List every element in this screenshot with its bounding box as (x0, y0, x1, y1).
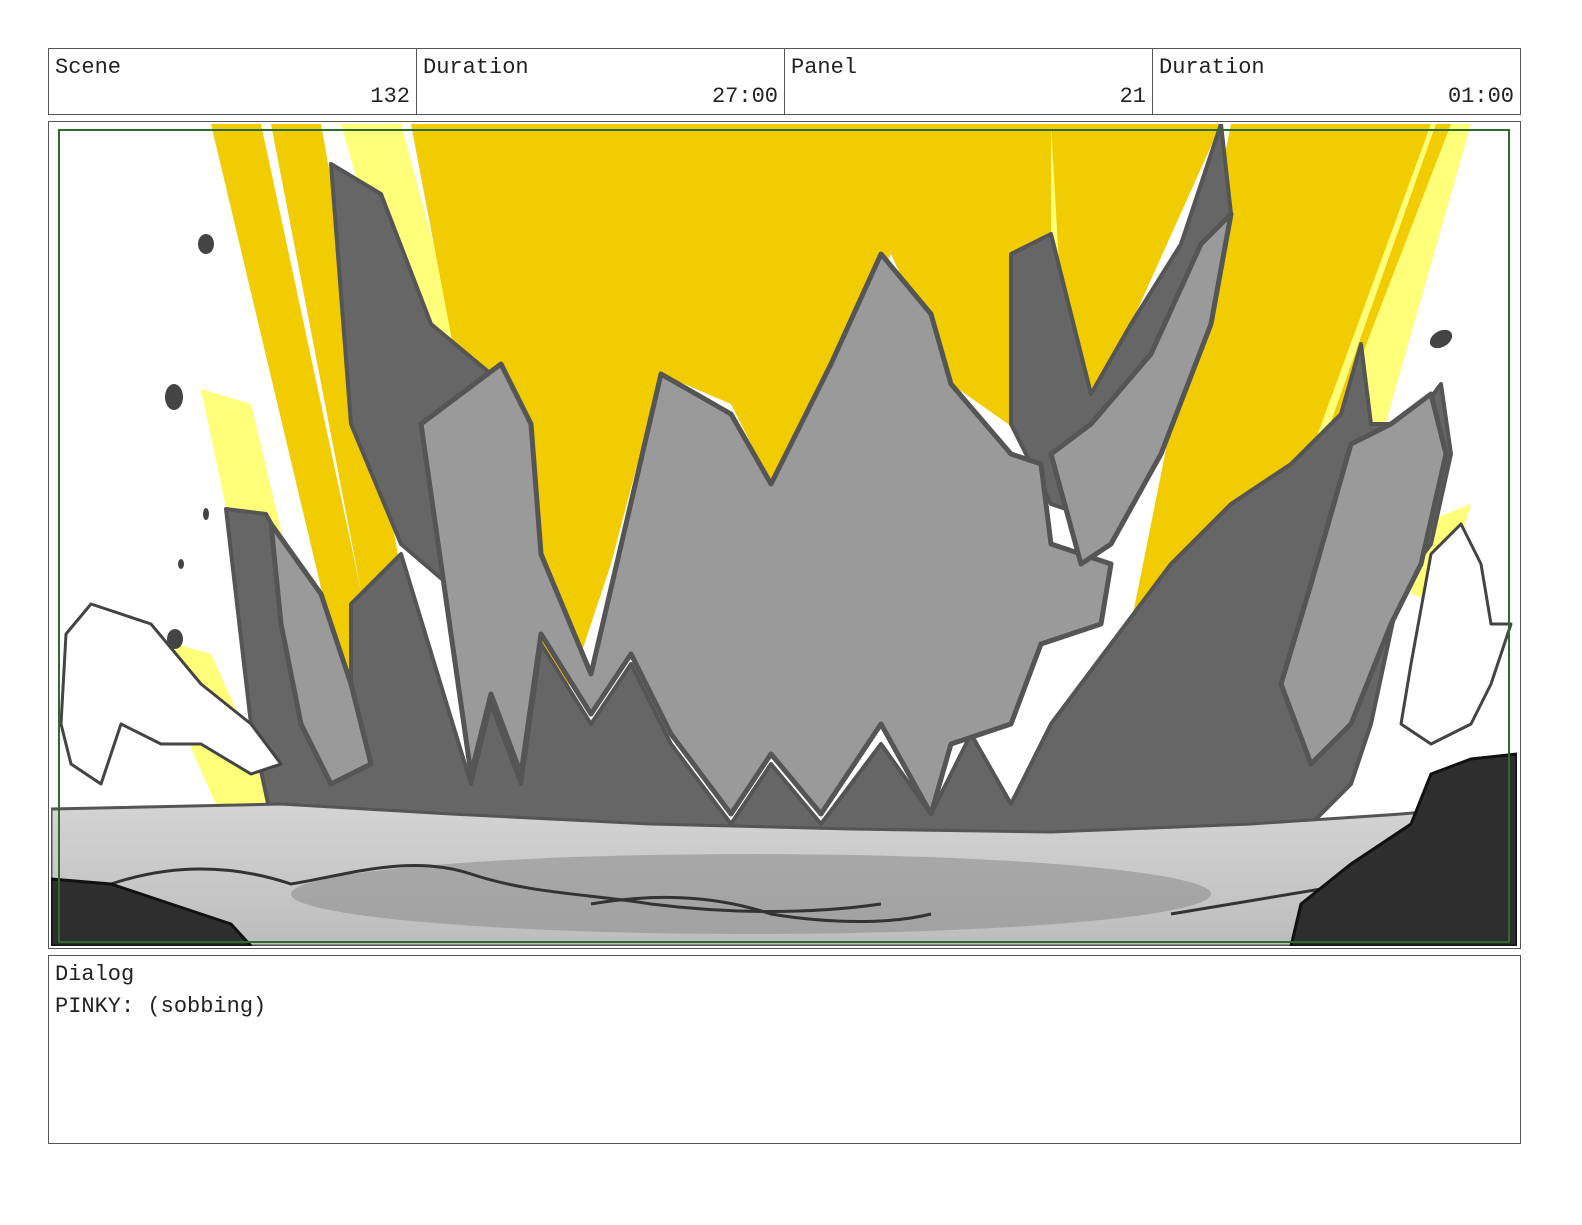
panel-label: Panel (791, 55, 858, 80)
explosion-illustration (51, 124, 1517, 946)
scene-duration-value: 27:00 (711, 84, 778, 109)
scene-cell: Scene 132 (49, 49, 417, 114)
dialog-label: Dialog (55, 962, 135, 987)
scene-label: Scene (55, 55, 122, 80)
panel-cell: Panel 21 (785, 49, 1153, 114)
panel-number: 21 (1119, 84, 1146, 109)
scene-duration-label: Duration (423, 55, 529, 80)
panel-duration-label: Duration (1159, 55, 1265, 80)
scene-info-header: Scene 132 Duration 27:00 Panel 21 Durati… (48, 48, 1521, 115)
panel-duration-value: 01:00 (1447, 84, 1514, 109)
dialog-box: Dialog PINKY: (sobbing) (48, 955, 1521, 1144)
scene-number: 132 (370, 84, 410, 109)
dialog-text: PINKY: (sobbing) (55, 994, 267, 1019)
storyboard-panel-frame (48, 121, 1521, 949)
scene-duration-cell: Duration 27:00 (417, 49, 785, 114)
panel-duration-cell: Duration 01:00 (1153, 49, 1520, 114)
